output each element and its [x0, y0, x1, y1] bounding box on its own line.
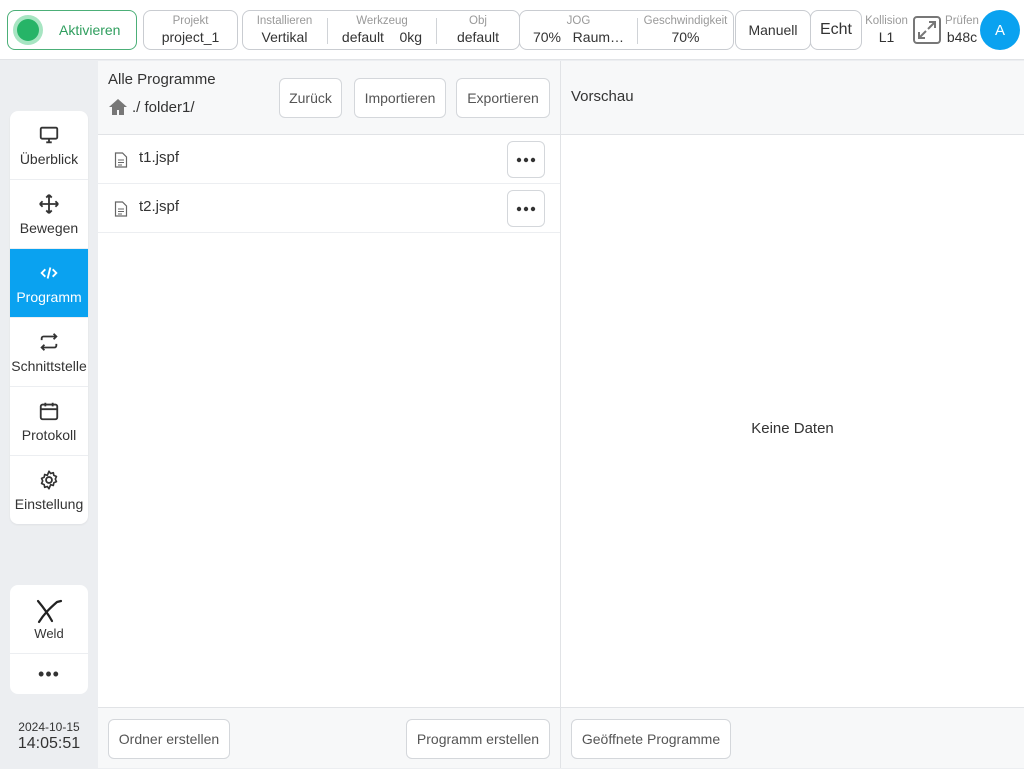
tool-weight: 0kg [399, 29, 423, 45]
breadcrumb: ./ folder1/ [108, 97, 195, 117]
expand-icon[interactable] [912, 15, 942, 45]
swap-icon [40, 332, 58, 351]
speed-value: 70% [671, 29, 700, 45]
tool-selector[interactable]: Werkzeug default 0kg [328, 11, 436, 49]
speed-caption: Geschwindigkeit [643, 15, 728, 27]
nav-item-move[interactable]: Bewegen [10, 180, 88, 249]
manual-mode-button[interactable]: Manuell [735, 10, 811, 50]
check-code: Prüfen b48c [942, 14, 982, 46]
plugin-navigation: Weld ••• [10, 585, 88, 694]
nav-item-label: Schnittstelle [11, 357, 87, 374]
more-menu-button[interactable]: ••• [10, 654, 88, 694]
move-icon [39, 193, 59, 214]
breadcrumb-path[interactable]: ./ folder1/ [132, 99, 195, 116]
code-icon [40, 266, 58, 279]
nav-item-weld[interactable]: Weld [10, 585, 88, 654]
page-title: Alle Programme [108, 71, 216, 88]
program-list-panel: Alle Programme ./ folder1/ Zurück Import… [98, 61, 561, 768]
gear-icon [40, 470, 58, 490]
file-list-item[interactable]: t1.jspf [98, 135, 560, 184]
check-caption: Prüfen [945, 15, 979, 27]
file-list-item[interactable]: t2.jspf [98, 184, 560, 233]
jog-value: 70% [532, 29, 561, 45]
top-status-bar: Aktivieren Projekt project_1 Installiere… [0, 0, 1024, 60]
activate-label: Aktivieren [59, 22, 121, 38]
preview-title: Vorschau [571, 88, 634, 105]
nav-item-settings[interactable]: Einstellung [10, 456, 88, 524]
weld-torch-icon [36, 599, 63, 623]
nav-item-label: Bewegen [19, 219, 79, 236]
opened-programs-button[interactable]: Geöffnete Programme [571, 719, 731, 759]
project-caption: Projekt [172, 15, 209, 27]
install-selector[interactable]: Installieren Vertikal [243, 11, 326, 49]
clock-date: 2024-10-15 [18, 720, 80, 734]
nav-item-program[interactable]: Programm [10, 249, 88, 318]
collision-level[interactable]: Kollision L1 [863, 14, 910, 46]
main-navigation: Überblick Bewegen Programm Schnittstelle… [10, 111, 88, 524]
obj-selector[interactable]: Obj default [437, 11, 519, 49]
activate-button[interactable]: Aktivieren [7, 10, 137, 50]
check-value: b48c [946, 29, 978, 45]
collision-value: L1 [878, 29, 895, 45]
more-horizontal-icon [516, 157, 536, 162]
nav-item-interface[interactable]: Schnittstelle [10, 318, 88, 387]
speed-selector[interactable]: Geschwindigkeit 70% [638, 11, 733, 49]
program-list-footer: Ordner erstellen Programm erstellen [98, 707, 560, 768]
nav-item-overview[interactable]: Überblick [10, 111, 88, 180]
more-horizontal-icon [516, 206, 536, 211]
obj-caption: Obj [469, 15, 487, 27]
nav-item-log[interactable]: Protokoll [10, 387, 88, 456]
program-list-header: Alle Programme ./ folder1/ Zurück Import… [98, 61, 560, 135]
preview-footer: Geöffnete Programme [561, 707, 1024, 768]
install-caption: Installieren [256, 15, 313, 27]
file-name: t1.jspf [139, 149, 180, 166]
obj-value: default [456, 29, 500, 45]
nav-item-label: Programm [16, 288, 82, 305]
project-value: project_1 [161, 29, 220, 45]
jog-caption: JOG [566, 15, 591, 27]
status-indicator-icon [17, 19, 39, 41]
avatar[interactable]: A [980, 10, 1020, 50]
project-selector[interactable]: Projekt project_1 [143, 10, 238, 50]
real-mode-button[interactable]: Echt [810, 10, 862, 50]
export-button[interactable]: Exportieren [456, 78, 550, 118]
import-button[interactable]: Importieren [354, 78, 446, 118]
jog-speed-group: JOG 70% Raum… Geschwindigkeit 70% [519, 10, 734, 50]
install-value: Vertikal [261, 29, 308, 45]
jog-selector[interactable]: JOG 70% Raum… [520, 11, 637, 49]
tool-value: default [341, 29, 384, 45]
nav-item-label: Überblick [19, 150, 79, 167]
file-name: t2.jspf [139, 198, 180, 215]
back-button[interactable]: Zurück [279, 78, 342, 118]
tool-caption: Werkzeug [356, 15, 408, 27]
file-icon [114, 201, 128, 217]
preview-header: Vorschau [561, 61, 1024, 135]
create-folder-button[interactable]: Ordner erstellen [108, 719, 230, 759]
calendar-icon [39, 402, 59, 420]
nav-item-label: Protokoll [21, 426, 77, 443]
preview-panel: Vorschau Keine Daten Geöffnete Programme [561, 61, 1024, 768]
nav-item-label: Einstellung [14, 496, 84, 512]
file-icon [114, 152, 128, 168]
file-options-button[interactable] [507, 141, 545, 178]
nav-item-label: Weld [34, 625, 64, 641]
monitor-icon [39, 126, 59, 143]
install-tool-obj-group: Installieren Vertikal Werkzeug default 0… [242, 10, 520, 50]
empty-state-text: Keine Daten [751, 420, 834, 437]
file-options-button[interactable] [507, 190, 545, 227]
clock-time: 14:05:51 [17, 735, 81, 752]
create-program-button[interactable]: Programm erstellen [406, 719, 550, 759]
system-clock: 2024-10-15 14:05:51 [0, 720, 98, 754]
jog-space: Raum… [572, 29, 625, 45]
collision-caption: Kollision [865, 15, 908, 27]
home-icon[interactable] [108, 97, 128, 117]
